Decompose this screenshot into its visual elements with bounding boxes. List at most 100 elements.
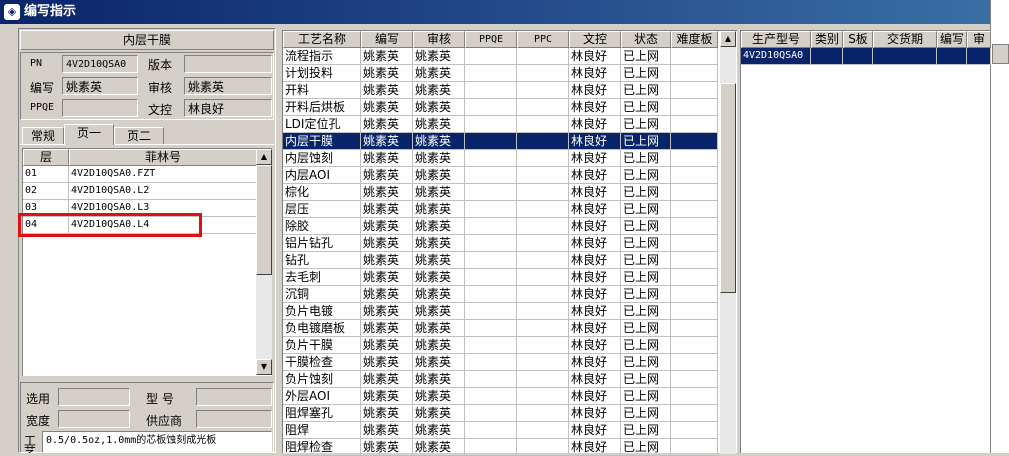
process-table-cell[interactable]: 林良好 xyxy=(569,65,621,82)
process-table-cell[interactable] xyxy=(517,150,569,167)
process-table-cell[interactable]: 负片蚀刻 xyxy=(283,371,361,388)
process-table-cell[interactable]: 已上网 xyxy=(621,252,671,269)
process-table-cell[interactable] xyxy=(465,150,517,167)
process-table-cell[interactable] xyxy=(465,269,517,286)
window-title-bar[interactable]: ◈ 编写指示 xyxy=(0,0,990,24)
process-table-cell[interactable]: 姚素英 xyxy=(361,439,413,456)
production-table-header-cell[interactable]: 生产型号 xyxy=(741,31,811,48)
layer-table-cell[interactable]: 4V2D10QSA0.L2 xyxy=(69,183,257,200)
production-table-cell[interactable] xyxy=(843,48,873,65)
process-table-cell[interactable]: LDI定位孔 xyxy=(283,116,361,133)
process-table-cell-selected[interactable] xyxy=(671,133,718,150)
process-table-cell[interactable]: 已上网 xyxy=(621,99,671,116)
process-table-cell[interactable] xyxy=(671,337,718,354)
process-table-cell[interactable] xyxy=(671,320,718,337)
process-table-cell[interactable]: 姚素英 xyxy=(413,422,465,439)
process-table-cell[interactable] xyxy=(517,235,569,252)
process-table-cell[interactable] xyxy=(517,337,569,354)
process-table-cell[interactable]: 姚素英 xyxy=(413,388,465,405)
production-table-header-cell[interactable]: S板 xyxy=(843,31,873,48)
scroll-down-arrow-icon[interactable]: ▼ xyxy=(256,359,272,375)
process-table-cell[interactable]: 姚素英 xyxy=(413,82,465,99)
process-table-cell[interactable] xyxy=(465,48,517,65)
process-table-cell[interactable]: 已上网 xyxy=(621,218,671,235)
process-table-cell[interactable]: 姚素英 xyxy=(413,405,465,422)
production-table-header-cell[interactable]: 交货期 xyxy=(873,31,937,48)
process-table-cell[interactable]: 林良好 xyxy=(569,388,621,405)
process-table-cell[interactable] xyxy=(517,218,569,235)
process-table-cell[interactable]: 姚素英 xyxy=(361,286,413,303)
process-table-cell[interactable]: 林良好 xyxy=(569,439,621,456)
process-table-header-cell[interactable]: 编写 xyxy=(361,31,413,48)
process-table-cell[interactable]: 林良好 xyxy=(569,405,621,422)
process-table-cell-selected[interactable]: 姚素英 xyxy=(413,133,465,150)
process-table-cell[interactable] xyxy=(465,82,517,99)
process-table-cell[interactable] xyxy=(465,65,517,82)
process-table-cell-selected[interactable]: 姚素英 xyxy=(361,133,413,150)
process-table-header-cell[interactable]: 难度板 xyxy=(671,31,718,48)
process-table-cell[interactable] xyxy=(671,218,718,235)
scroll-up-arrow-icon[interactable]: ▲ xyxy=(720,31,736,47)
process-table-cell[interactable] xyxy=(671,82,718,99)
process-table-cell[interactable] xyxy=(517,167,569,184)
process-table-cell[interactable] xyxy=(671,269,718,286)
process-table-cell[interactable]: 林良好 xyxy=(569,116,621,133)
process-table-cell[interactable]: 已上网 xyxy=(621,388,671,405)
process-table-cell[interactable] xyxy=(671,184,718,201)
process-table-cell[interactable]: 林良好 xyxy=(569,303,621,320)
process-table-cell[interactable] xyxy=(465,320,517,337)
process-table-cell[interactable] xyxy=(671,65,718,82)
layer-table-cell[interactable]: 02 xyxy=(23,183,69,200)
process-table-cell[interactable]: 姚素英 xyxy=(361,337,413,354)
process-table-cell[interactable]: 内层蚀刻 xyxy=(283,150,361,167)
process-table-cell[interactable] xyxy=(465,337,517,354)
process-table-cell[interactable] xyxy=(671,252,718,269)
model-field[interactable] xyxy=(196,388,272,406)
process-table-cell[interactable]: 姚素英 xyxy=(413,354,465,371)
process-table-cell[interactable]: 姚素英 xyxy=(413,371,465,388)
layer-table-cell[interactable]: 01 xyxy=(23,166,69,183)
production-table-cell[interactable] xyxy=(937,48,967,65)
writer-field[interactable]: 姚素英 xyxy=(62,77,138,95)
process-table-cell[interactable]: 阻焊检查 xyxy=(283,439,361,456)
process-table-cell[interactable]: 已上网 xyxy=(621,150,671,167)
process-table-cell[interactable]: 姚素英 xyxy=(413,337,465,354)
process-table-cell[interactable]: 林良好 xyxy=(569,218,621,235)
process-table-cell[interactable] xyxy=(671,150,718,167)
process-table-cell[interactable] xyxy=(517,320,569,337)
process-scroll-thumb[interactable] xyxy=(720,83,736,293)
process-table-cell[interactable] xyxy=(517,65,569,82)
process-table-cell[interactable]: 已上网 xyxy=(621,269,671,286)
layer-scroll-thumb[interactable] xyxy=(256,165,272,275)
process-table-cell[interactable]: 姚素英 xyxy=(361,150,413,167)
process-table-header-cell[interactable]: 状态 xyxy=(621,31,671,48)
process-table-header-cell[interactable]: 文控 xyxy=(569,31,621,48)
production-table-cell[interactable]: 4V2D10QSA0 xyxy=(741,48,811,65)
process-table-cell[interactable]: 姚素英 xyxy=(413,269,465,286)
width-field[interactable] xyxy=(58,410,130,428)
process-table-cell[interactable]: 铝片钻孔 xyxy=(283,235,361,252)
process-table-cell[interactable]: 姚素英 xyxy=(413,320,465,337)
supplier-field[interactable] xyxy=(196,410,272,428)
tab-page-one[interactable]: 页一 xyxy=(64,124,114,145)
process-table-cell[interactable] xyxy=(671,354,718,371)
process-table-cell[interactable]: 除胶 xyxy=(283,218,361,235)
process-table-cell[interactable]: 姚素英 xyxy=(361,116,413,133)
process-table-cell[interactable] xyxy=(671,388,718,405)
process-table-cell[interactable]: 姚素英 xyxy=(361,167,413,184)
reviewer-field[interactable]: 姚素英 xyxy=(184,77,272,95)
process-table-cell[interactable]: 姚素英 xyxy=(413,150,465,167)
process-table-cell[interactable]: 林良好 xyxy=(569,354,621,371)
process-table-cell[interactable]: 内层AOI xyxy=(283,167,361,184)
process-table-cell[interactable]: 林良好 xyxy=(569,422,621,439)
process-table-cell[interactable]: 姚素英 xyxy=(413,235,465,252)
process-table-cell[interactable] xyxy=(671,422,718,439)
process-table-cell[interactable]: 姚素英 xyxy=(361,405,413,422)
process-table-cell[interactable]: 姚素英 xyxy=(361,184,413,201)
process-table-cell[interactable] xyxy=(671,48,718,65)
process-table-cell[interactable]: 姚素英 xyxy=(361,99,413,116)
process-table-cell[interactable]: 已上网 xyxy=(621,337,671,354)
process-table-cell[interactable]: 棕化 xyxy=(283,184,361,201)
process-table-cell[interactable] xyxy=(517,388,569,405)
process-table-cell[interactable] xyxy=(517,422,569,439)
